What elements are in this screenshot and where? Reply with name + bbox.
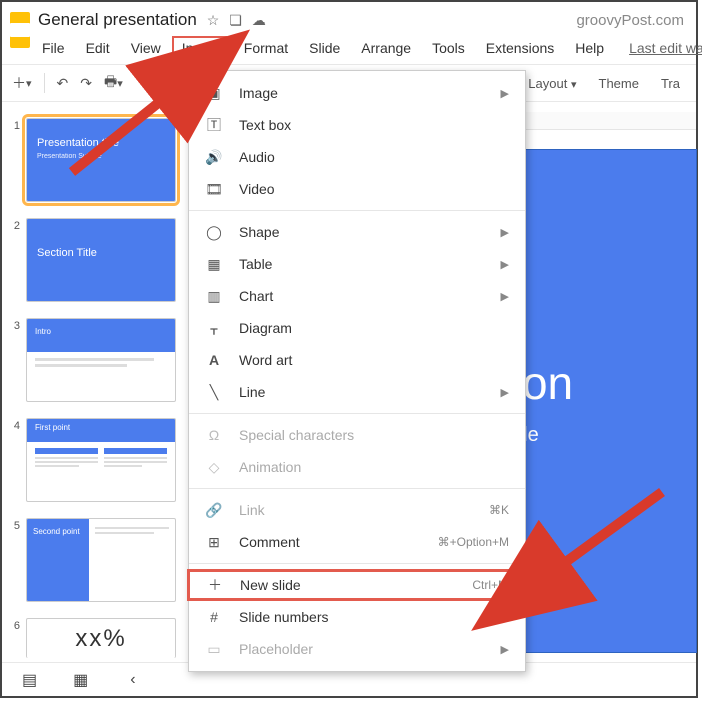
menu-format[interactable]: Format [240, 38, 292, 58]
menu-item-link: 🔗Link⌘K [189, 494, 525, 526]
hash-icon: # [203, 609, 225, 625]
move-folder-icon[interactable]: ❏ [229, 12, 242, 29]
theme-button[interactable]: Theme [599, 76, 639, 91]
slide-thumb-6[interactable]: xx% [26, 618, 176, 658]
menu-arrange[interactable]: Arrange [357, 38, 415, 58]
star-icon[interactable]: ☆ [207, 12, 220, 29]
slide-thumb-5[interactable]: Second point [26, 518, 176, 602]
shape-icon: ◯ [203, 224, 225, 241]
omega-icon: Ω [203, 427, 225, 443]
menu-tools[interactable]: Tools [428, 38, 469, 58]
menu-item-special-chars: ΩSpecial characters [189, 419, 525, 451]
comment-icon: ⊞ [203, 534, 225, 551]
watermark: groovyPost.com [576, 12, 684, 29]
menu-item-wordart[interactable]: AWord art [189, 344, 525, 376]
image-icon: ▣ [203, 85, 225, 102]
last-edit-link[interactable]: Last edit was se [629, 40, 702, 56]
grid-view-icon[interactable]: ▦ [73, 670, 88, 690]
transition-button[interactable]: Tra [661, 76, 680, 91]
menu-item-diagram[interactable]: ᚁDiagram [189, 312, 525, 344]
textbox-icon: 🅃 [203, 115, 225, 135]
doc-title[interactable]: General presentation [38, 8, 197, 32]
table-icon: ▦ [203, 256, 225, 273]
menu-item-new-slide[interactable]: ＋New slideCtrl+M [187, 569, 527, 601]
menu-view[interactable]: View [127, 38, 165, 58]
slide-thumb-3[interactable]: Intro [26, 318, 176, 402]
menu-item-textbox[interactable]: 🅃Text box [189, 109, 525, 141]
line-icon: ╲ [203, 384, 225, 401]
menu-item-video[interactable]: 🎞Video [189, 173, 525, 205]
video-icon: 🎞 [203, 181, 225, 198]
slide-panel: 1 Presentation titlePresentation Subtitl… [2, 112, 194, 662]
menu-file[interactable]: File [38, 38, 69, 58]
insert-menu-dropdown: ▣Image▶ 🅃Text box 🔊Audio 🎞Video ◯Shape▶ … [188, 70, 526, 672]
annotation-arrow-bottom [532, 482, 682, 597]
app-frame: General presentation ☆ ❏ ☁ File Edit Vie… [0, 0, 698, 698]
menu-extensions[interactable]: Extensions [482, 38, 558, 58]
menu-slide[interactable]: Slide [305, 38, 344, 58]
menu-item-animation: ◇Animation [189, 451, 525, 483]
menubar: File Edit View Insert Format Slide Arran… [38, 36, 702, 60]
header: General presentation ☆ ❏ ☁ File Edit Vie… [2, 2, 696, 60]
audio-icon: 🔊 [203, 149, 225, 166]
filmstrip-view-icon[interactable]: ▤ [22, 670, 37, 690]
menu-item-slide-numbers[interactable]: #Slide numbers [189, 601, 525, 633]
slides-logo[interactable] [10, 12, 30, 48]
menu-item-table[interactable]: ▦Table▶ [189, 248, 525, 280]
menu-item-line[interactable]: ╲Line▶ [189, 376, 525, 408]
wordart-icon: A [203, 352, 225, 368]
plus-icon: ＋ [204, 575, 226, 595]
animation-icon: ◇ [203, 459, 225, 476]
new-slide-button[interactable]: ＋ ▾ [12, 73, 32, 93]
cloud-icon[interactable]: ☁ [252, 12, 266, 29]
annotation-arrow-top [62, 82, 202, 187]
link-icon: 🔗 [203, 502, 225, 519]
layout-button[interactable]: Layout ▾ [528, 76, 576, 91]
collapse-icon[interactable]: ‹ [130, 671, 135, 689]
menu-item-image[interactable]: ▣Image▶ [189, 77, 525, 109]
menu-item-placeholder: ▭Placeholder▶ [189, 633, 525, 665]
chart-icon: ▥ [203, 288, 225, 305]
menu-item-audio[interactable]: 🔊Audio [189, 141, 525, 173]
menu-edit[interactable]: Edit [82, 38, 114, 58]
menu-item-shape[interactable]: ◯Shape▶ [189, 216, 525, 248]
menu-help[interactable]: Help [571, 38, 608, 58]
menu-item-comment[interactable]: ⊞Comment⌘+Option+M [189, 526, 525, 558]
menu-item-chart[interactable]: ▥Chart▶ [189, 280, 525, 312]
diagram-icon: ᚁ [203, 320, 225, 337]
placeholder-icon: ▭ [203, 641, 225, 658]
slide-thumb-2[interactable]: Section Title [26, 218, 176, 302]
menu-insert[interactable]: Insert [172, 36, 227, 60]
slide-thumb-4[interactable]: First point [26, 418, 176, 502]
